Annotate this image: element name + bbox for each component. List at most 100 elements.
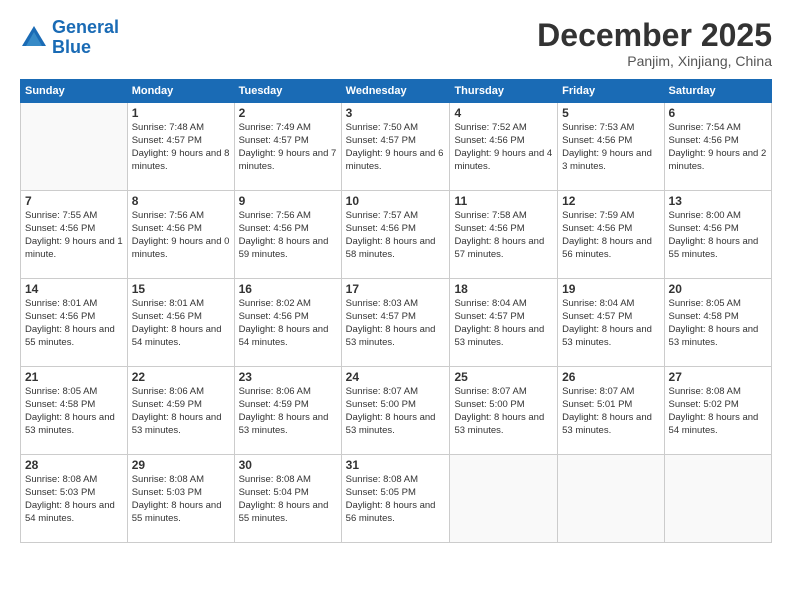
calendar-cell: 18 Sunrise: 8:04 AMSunset: 4:57 PMDayligh… bbox=[450, 279, 558, 367]
day-info: Sunrise: 8:08 AMSunset: 5:03 PMDaylight:… bbox=[25, 474, 123, 525]
day-info: Sunrise: 8:02 AMSunset: 4:56 PMDaylight:… bbox=[239, 298, 337, 349]
day-info: Sunrise: 8:00 AMSunset: 4:56 PMDaylight:… bbox=[669, 210, 767, 261]
day-number: 27 bbox=[669, 370, 767, 384]
day-number: 28 bbox=[25, 458, 123, 472]
day-number: 26 bbox=[562, 370, 659, 384]
calendar-cell: 19Sunrise: 8:04 AMSunset: 4:57 PMDayligh… bbox=[558, 279, 664, 367]
day-info: Sunrise: 7:53 AMSunset: 4:56 PMDaylight:… bbox=[562, 122, 659, 173]
day-number: 8 bbox=[132, 194, 230, 208]
calendar-cell bbox=[21, 103, 128, 191]
col-thursday: Thursday bbox=[450, 80, 558, 103]
calendar-cell: 12Sunrise: 7:59 AMSunset: 4:56 PMDayligh… bbox=[558, 191, 664, 279]
logo-text: General Blue bbox=[52, 18, 119, 58]
day-info: Sunrise: 7:52 AMSunset: 4:56 PMDaylight:… bbox=[454, 122, 553, 173]
day-number: 1 bbox=[132, 106, 230, 120]
day-info: Sunrise: 7:59 AMSunset: 4:56 PMDaylight:… bbox=[562, 210, 659, 261]
col-friday: Friday bbox=[558, 80, 664, 103]
day-number: 4 bbox=[454, 106, 553, 120]
day-info: Sunrise: 8:08 AMSunset: 5:04 PMDaylight:… bbox=[239, 474, 337, 525]
day-number: 25 bbox=[454, 370, 553, 384]
calendar-cell: 25 Sunrise: 8:07 AMSunset: 5:00 PMDayligh… bbox=[450, 367, 558, 455]
calendar-cell: 14 Sunrise: 8:01 AMSunset: 4:56 PMDayligh… bbox=[21, 279, 128, 367]
day-info: Sunrise: 8:06 AMSunset: 4:59 PMDaylight:… bbox=[239, 386, 337, 437]
calendar-cell: 6Sunrise: 7:54 AMSunset: 4:56 PMDaylight… bbox=[664, 103, 771, 191]
day-info: Sunrise: 7:58 AMSunset: 4:56 PMDaylight:… bbox=[454, 210, 553, 261]
day-number: 9 bbox=[239, 194, 337, 208]
day-number: 10 bbox=[346, 194, 446, 208]
calendar-cell: 24 Sunrise: 8:07 AMSunset: 5:00 PMDayligh… bbox=[341, 367, 450, 455]
day-info: Sunrise: 8:05 AMSunset: 4:58 PMDaylight:… bbox=[25, 386, 123, 437]
calendar-cell: 23Sunrise: 8:06 AMSunset: 4:59 PMDayligh… bbox=[234, 367, 341, 455]
day-number: 6 bbox=[669, 106, 767, 120]
logo-line2: Blue bbox=[52, 38, 119, 58]
col-wednesday: Wednesday bbox=[341, 80, 450, 103]
calendar-cell: 10 Sunrise: 7:57 AMSunset: 4:56 PMDayligh… bbox=[341, 191, 450, 279]
calendar-header-row: Sunday Monday Tuesday Wednesday Thursday… bbox=[21, 80, 772, 103]
calendar-cell: 15 Sunrise: 8:01 AMSunset: 4:56 PMDayligh… bbox=[127, 279, 234, 367]
page: General Blue December 2025 Panjim, Xinji… bbox=[0, 0, 792, 612]
day-number: 30 bbox=[239, 458, 337, 472]
calendar-cell: 5 Sunrise: 7:53 AMSunset: 4:56 PMDaylight… bbox=[558, 103, 664, 191]
calendar-cell bbox=[450, 455, 558, 543]
day-info: Sunrise: 7:57 AMSunset: 4:56 PMDaylight:… bbox=[346, 210, 446, 261]
month-title: December 2025 bbox=[537, 18, 772, 53]
day-number: 24 bbox=[346, 370, 446, 384]
day-info: Sunrise: 7:50 AMSunset: 4:57 PMDaylight:… bbox=[346, 122, 446, 173]
calendar-table: Sunday Monday Tuesday Wednesday Thursday… bbox=[20, 79, 772, 543]
day-info: Sunrise: 8:08 AMSunset: 5:02 PMDaylight:… bbox=[669, 386, 767, 437]
day-info: Sunrise: 8:08 AMSunset: 5:05 PMDaylight:… bbox=[346, 474, 446, 525]
calendar-cell: 28 Sunrise: 8:08 AMSunset: 5:03 PMDayligh… bbox=[21, 455, 128, 543]
day-info: Sunrise: 8:07 AMSunset: 5:00 PMDaylight:… bbox=[346, 386, 446, 437]
calendar-cell: 3 Sunrise: 7:50 AMSunset: 4:57 PMDaylight… bbox=[341, 103, 450, 191]
day-number: 5 bbox=[562, 106, 659, 120]
calendar-cell: 13 Sunrise: 8:00 AMSunset: 4:56 PMDayligh… bbox=[664, 191, 771, 279]
day-info: Sunrise: 7:49 AMSunset: 4:57 PMDaylight:… bbox=[239, 122, 337, 173]
day-number: 7 bbox=[25, 194, 123, 208]
logo-icon bbox=[20, 24, 48, 52]
day-number: 20 bbox=[669, 282, 767, 296]
calendar-cell: 30 Sunrise: 8:08 AMSunset: 5:04 PMDayligh… bbox=[234, 455, 341, 543]
day-number: 22 bbox=[132, 370, 230, 384]
day-number: 3 bbox=[346, 106, 446, 120]
calendar-cell: 11 Sunrise: 7:58 AMSunset: 4:56 PMDayligh… bbox=[450, 191, 558, 279]
day-info: Sunrise: 7:56 AMSunset: 4:56 PMDaylight:… bbox=[239, 210, 337, 261]
calendar-week-5: 28 Sunrise: 8:08 AMSunset: 5:03 PMDayligh… bbox=[21, 455, 772, 543]
calendar-cell: 4 Sunrise: 7:52 AMSunset: 4:56 PMDaylight… bbox=[450, 103, 558, 191]
calendar-cell bbox=[664, 455, 771, 543]
day-number: 14 bbox=[25, 282, 123, 296]
day-number: 13 bbox=[669, 194, 767, 208]
day-number: 18 bbox=[454, 282, 553, 296]
day-info: Sunrise: 7:56 AMSunset: 4:56 PMDaylight:… bbox=[132, 210, 230, 261]
logo-line1: General bbox=[52, 17, 119, 37]
day-info: Sunrise: 7:55 AMSunset: 4:56 PMDaylight:… bbox=[25, 210, 123, 261]
calendar-cell: 22 Sunrise: 8:06 AMSunset: 4:59 PMDayligh… bbox=[127, 367, 234, 455]
day-number: 19 bbox=[562, 282, 659, 296]
day-info: Sunrise: 8:01 AMSunset: 4:56 PMDaylight:… bbox=[25, 298, 123, 349]
day-info: Sunrise: 8:04 AMSunset: 4:57 PMDaylight:… bbox=[454, 298, 553, 349]
day-info: Sunrise: 8:01 AMSunset: 4:56 PMDaylight:… bbox=[132, 298, 230, 349]
day-number: 31 bbox=[346, 458, 446, 472]
day-number: 29 bbox=[132, 458, 230, 472]
day-info: Sunrise: 8:06 AMSunset: 4:59 PMDaylight:… bbox=[132, 386, 230, 437]
calendar-cell: 27 Sunrise: 8:08 AMSunset: 5:02 PMDayligh… bbox=[664, 367, 771, 455]
day-number: 11 bbox=[454, 194, 553, 208]
calendar-week-4: 21Sunrise: 8:05 AMSunset: 4:58 PMDayligh… bbox=[21, 367, 772, 455]
calendar-cell bbox=[558, 455, 664, 543]
header: General Blue December 2025 Panjim, Xinji… bbox=[20, 18, 772, 69]
calendar-week-3: 14 Sunrise: 8:01 AMSunset: 4:56 PMDayligh… bbox=[21, 279, 772, 367]
day-number: 16 bbox=[239, 282, 337, 296]
day-info: Sunrise: 8:07 AMSunset: 5:00 PMDaylight:… bbox=[454, 386, 553, 437]
calendar-week-1: 1 Sunrise: 7:48 AMSunset: 4:57 PMDaylight… bbox=[21, 103, 772, 191]
calendar-cell: 16 Sunrise: 8:02 AMSunset: 4:56 PMDayligh… bbox=[234, 279, 341, 367]
calendar-cell: 2Sunrise: 7:49 AMSunset: 4:57 PMDaylight… bbox=[234, 103, 341, 191]
logo: General Blue bbox=[20, 18, 119, 58]
day-info: Sunrise: 7:48 AMSunset: 4:57 PMDaylight:… bbox=[132, 122, 230, 173]
calendar-cell: 17Sunrise: 8:03 AMSunset: 4:57 PMDayligh… bbox=[341, 279, 450, 367]
day-number: 17 bbox=[346, 282, 446, 296]
calendar-week-2: 7 Sunrise: 7:55 AMSunset: 4:56 PMDaylight… bbox=[21, 191, 772, 279]
col-monday: Monday bbox=[127, 80, 234, 103]
col-sunday: Sunday bbox=[21, 80, 128, 103]
day-number: 15 bbox=[132, 282, 230, 296]
calendar-cell: 21Sunrise: 8:05 AMSunset: 4:58 PMDayligh… bbox=[21, 367, 128, 455]
calendar-cell: 1 Sunrise: 7:48 AMSunset: 4:57 PMDaylight… bbox=[127, 103, 234, 191]
